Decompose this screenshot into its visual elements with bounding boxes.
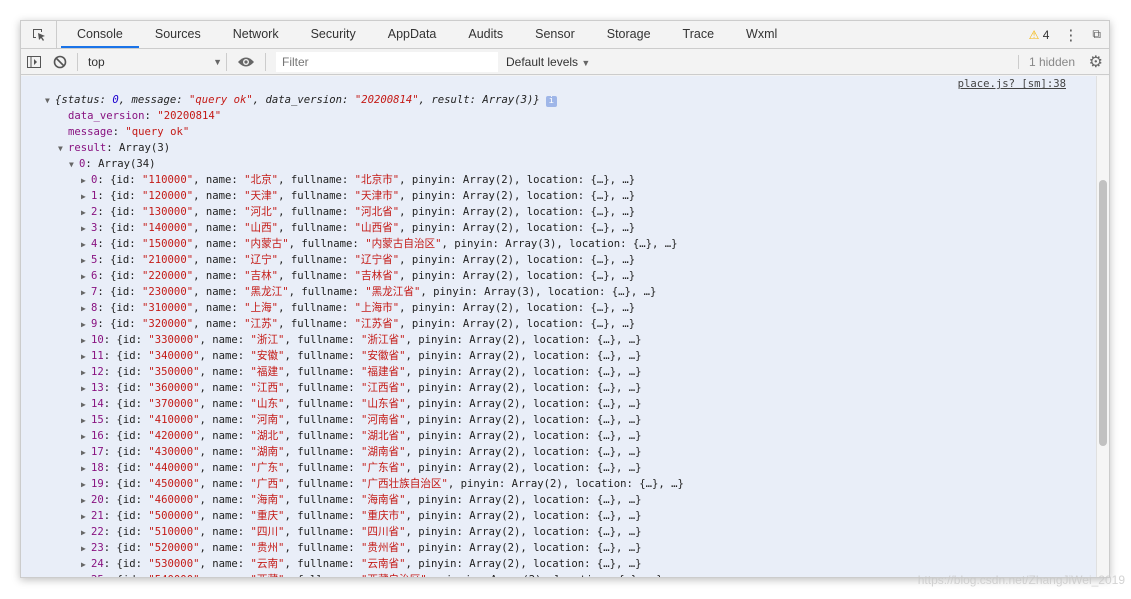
expand-arrow-icon[interactable]: ▶ (81, 429, 91, 445)
log-levels-dropdown[interactable]: Default levels ▼ (506, 55, 590, 69)
array-item-row[interactable]: ▶ 9: {id: "320000", name: "江苏", fullname:… (81, 316, 635, 332)
array-item-row[interactable]: ▶ 20: {id: "460000", name: "海南", fullname… (81, 492, 642, 508)
expand-arrow-icon[interactable]: ▶ (81, 317, 91, 333)
tab-trace[interactable]: Trace (667, 21, 731, 48)
warnings-badge[interactable]: ⚠ 4 (1029, 28, 1050, 42)
expand-arrow-icon[interactable]: ▶ (81, 173, 91, 189)
tab-bar: Console Sources Network Security AppData Audi… (21, 21, 1109, 49)
tab-audits[interactable]: Audits (452, 21, 519, 48)
context-select[interactable]: top ▼ (82, 55, 222, 69)
array-item-row[interactable]: ▶ 24: {id: "530000", name: "云南", fullname… (81, 556, 642, 572)
array-item-row[interactable]: ▶ 18: {id: "440000", name: "广东", fullname… (81, 460, 642, 476)
expand-arrow-icon[interactable]: ▶ (81, 413, 91, 429)
array-item-row[interactable]: ▶ 3: {id: "140000", name: "山西", fullname:… (81, 220, 635, 236)
console-toolbar: top▼ Default levels ▼ 1 hidden ⚙ (21, 49, 1109, 75)
array-item-row[interactable]: ▶ 14: {id: "370000", name: "山东", fullname… (81, 396, 642, 412)
array-item-row[interactable]: ▶ 21: {id: "500000", name: "重庆", fullname… (81, 508, 642, 524)
expand-arrow-icon[interactable]: ▶ (81, 253, 91, 269)
warning-icon: ⚠ (1028, 27, 1040, 42)
expand-arrow-icon[interactable]: ▼ (45, 93, 55, 109)
divider (77, 52, 78, 71)
expand-arrow-icon[interactable]: ▶ (81, 349, 91, 365)
source-link[interactable]: place.js? [sm]:38 (958, 78, 1066, 90)
expand-arrow-icon[interactable]: ▶ (81, 221, 91, 237)
tab-appdata[interactable]: AppData (372, 21, 453, 48)
expand-arrow-icon[interactable]: ▶ (81, 557, 91, 573)
array-item-row[interactable]: ▶ 22: {id: "510000", name: "四川", fullname… (81, 524, 642, 540)
prop-result-0[interactable]: ▼ 0: Array(34) (69, 156, 156, 172)
expand-arrow-icon[interactable]: ▶ (81, 269, 91, 285)
array-item-row[interactable]: ▶ 19: {id: "450000", name: "广西", fullname… (81, 476, 684, 492)
info-icon[interactable]: i (545, 96, 557, 107)
expand-arrow-icon[interactable]: ▶ (81, 445, 91, 461)
prop-message: message: "query ok" (68, 126, 190, 138)
filter-input[interactable] (276, 51, 498, 72)
expand-arrow-icon[interactable]: ▶ (81, 477, 91, 493)
expand-arrow-icon[interactable]: ▶ (81, 397, 91, 413)
prop-result[interactable]: ▼ result: Array(3) (58, 140, 170, 156)
expand-arrow-icon[interactable]: ▶ (81, 461, 91, 477)
expand-arrow-icon[interactable]: ▶ (81, 381, 91, 397)
expand-arrow-icon[interactable]: ▶ (81, 509, 91, 525)
divider (265, 52, 266, 71)
expand-arrow-icon[interactable]: ▶ (81, 573, 91, 577)
expand-arrow-icon[interactable]: ▶ (81, 333, 91, 349)
log-object-summary[interactable]: ▼ {status: 0, message: "query ok", data_v… (45, 92, 557, 108)
array-item-row[interactable]: ▶ 17: {id: "430000", name: "湖南", fullname… (81, 444, 642, 460)
dropdown-arrow-icon: ▼ (581, 57, 591, 68)
tab-console[interactable]: Console (61, 21, 139, 48)
expand-arrow-icon[interactable]: ▶ (81, 205, 91, 221)
dropdown-arrow-icon: ▼ (213, 56, 222, 67)
devtools-window: Console Sources Network Security AppData Audi… (20, 20, 1110, 578)
array-item-row[interactable]: ▶ 0: {id: "110000", name: "北京", fullname:… (81, 172, 635, 188)
gear-icon[interactable]: ⚙ (1089, 52, 1103, 72)
expand-arrow-icon[interactable]: ▶ (81, 237, 91, 253)
array-item-row[interactable]: ▶ 12: {id: "350000", name: "福建", fullname… (81, 364, 642, 380)
scrollbar-thumb[interactable] (1099, 180, 1107, 446)
tab-storage[interactable]: Storage (591, 21, 667, 48)
array-item-row[interactable]: ▶ 23: {id: "520000", name: "贵州", fullname… (81, 540, 642, 556)
expand-arrow-icon[interactable]: ▶ (81, 365, 91, 381)
expand-arrow-icon[interactable]: ▶ (81, 541, 91, 557)
inspect-element-icon[interactable] (21, 21, 57, 48)
eye-icon[interactable] (231, 49, 261, 75)
tab-wxml[interactable]: Wxml (730, 21, 793, 48)
array-item-row[interactable]: ▶ 16: {id: "420000", name: "湖北", fullname… (81, 428, 642, 444)
array-item-row[interactable]: ▶ 1: {id: "120000", name: "天津", fullname:… (81, 188, 635, 204)
more-options-icon[interactable]: ⋮ (1063, 26, 1078, 44)
tab-sources[interactable]: Sources (139, 21, 217, 48)
tab-network[interactable]: Network (217, 21, 295, 48)
clear-console-icon[interactable] (47, 49, 73, 75)
expand-arrow-icon[interactable]: ▶ (81, 525, 91, 541)
tab-sensor[interactable]: Sensor (519, 21, 591, 48)
expand-arrow-icon[interactable]: ▶ (81, 285, 91, 301)
array-item-row[interactable]: ▶ 8: {id: "310000", name: "上海", fullname:… (81, 300, 635, 316)
array-item-row[interactable]: ▶ 2: {id: "130000", name: "河北", fullname:… (81, 204, 635, 220)
tab-security[interactable]: Security (295, 21, 372, 48)
array-item-row[interactable]: ▶25: {id: "540000", name: "西藏", fullname… (81, 572, 663, 577)
expand-arrow-icon[interactable]: ▶ (81, 189, 91, 205)
array-item-row[interactable]: ▶ 11: {id: "340000", name: "安徽", fullname… (81, 348, 642, 364)
watermark: https://blog.csdn.net/ZhangJiWei_2019 (917, 573, 1125, 587)
array-item-row[interactable]: ▶ 10: {id: "330000", name: "浙江", fullname… (81, 332, 642, 348)
array-item-row[interactable]: ▶ 7: {id: "230000", name: "黑龙江", fullname… (81, 284, 656, 300)
array-item-row[interactable]: ▶ 6: {id: "220000", name: "吉林", fullname:… (81, 268, 635, 284)
divider (226, 52, 227, 71)
hidden-count: 1 hidden (1017, 54, 1075, 69)
expand-arrow-icon[interactable]: ▶ (81, 301, 91, 317)
expand-arrow-icon[interactable]: ▶ (81, 493, 91, 509)
scrollbar[interactable] (1096, 76, 1109, 577)
sidebar-toggle-icon[interactable] (21, 49, 47, 75)
array-item-row[interactable]: ▶ 4: {id: "150000", name: "内蒙古", fullname… (81, 236, 678, 252)
prop-data-version: data_version: "20200814" (68, 110, 222, 122)
expand-arrow-icon[interactable]: ▼ (69, 157, 79, 173)
console-output: place.js? [sm]:38 ▼ {status: 0, message: … (21, 76, 1096, 577)
undock-icon[interactable]: ⧉ (1092, 27, 1101, 42)
array-item-row[interactable]: ▶ 15: {id: "410000", name: "河南", fullname… (81, 412, 642, 428)
expand-arrow-icon[interactable]: ▼ (58, 141, 68, 157)
array-item-row[interactable]: ▶ 13: {id: "360000", name: "江西", fullname… (81, 380, 642, 396)
array-item-row[interactable]: ▶ 5: {id: "210000", name: "辽宁", fullname:… (81, 252, 635, 268)
